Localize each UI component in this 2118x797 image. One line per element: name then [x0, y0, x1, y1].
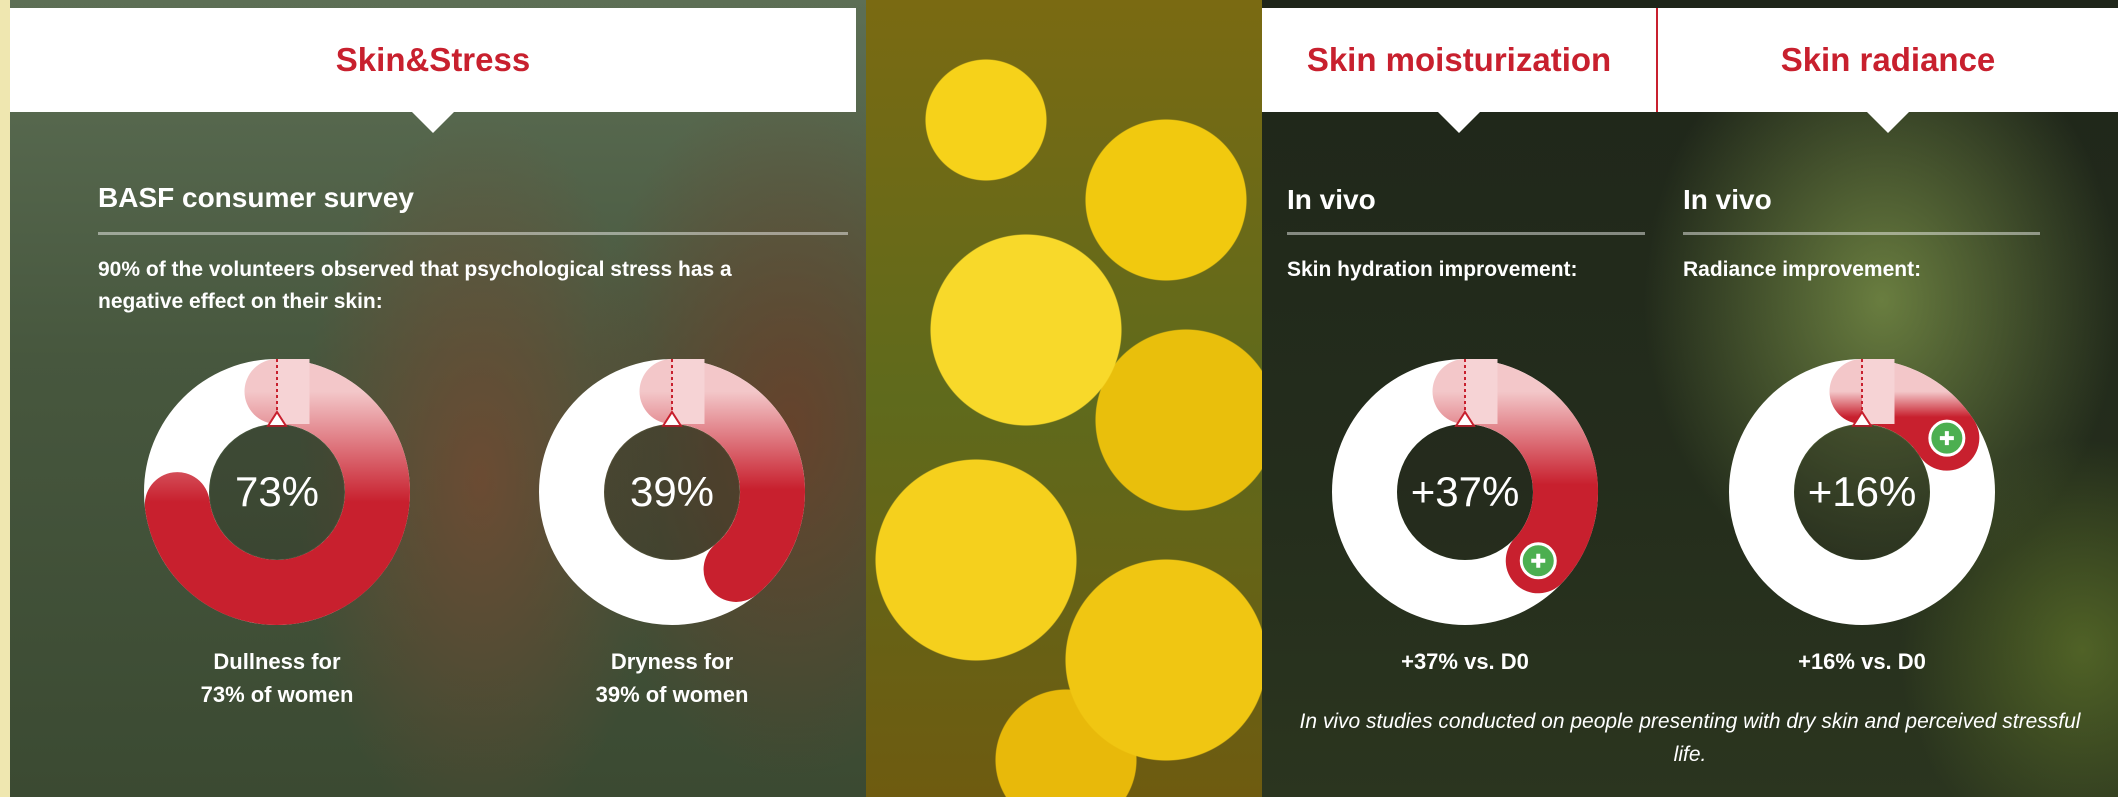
radiance-divider	[1683, 232, 2040, 235]
dullness-caption-line2: 73% of women	[200, 682, 354, 707]
moist-subtitle: Skin hydration improvement:	[1287, 258, 1578, 281]
dullness-donut-chart: 73%	[142, 357, 412, 627]
tab-pointer	[411, 111, 455, 133]
radiance-donut-chart: +16%	[1727, 357, 1997, 627]
dryness-caption-line2: 39% of women	[595, 682, 749, 707]
donut-value-label: 39%	[629, 468, 715, 515]
moist-title: In vivo	[1287, 184, 1376, 215]
donut-value-label: 73%	[234, 468, 320, 515]
radiance-subtitle: Radiance improvement:	[1683, 258, 1922, 281]
radiance-title: In vivo	[1683, 184, 1772, 215]
tab-pointer	[1437, 111, 1481, 133]
tab-skin-radiance: Skin radiance	[1658, 8, 2118, 133]
moist-caption: +37% vs. D0	[1401, 649, 1529, 674]
tab-skin-moisturization: Skin moisturization	[1262, 8, 1656, 133]
dryness-caption-line1: Dryness for	[610, 649, 734, 674]
tab-skin-stress: Skin&Stress	[10, 8, 856, 133]
survey-divider	[98, 232, 848, 235]
flower-photo	[866, 0, 1262, 797]
dryness-caption: Dryness for 39% of women	[522, 645, 822, 711]
tab-skin-moisturization-label: Skin moisturization	[1306, 41, 1612, 78]
moist-divider	[1287, 232, 1645, 235]
dullness-caption: Dullness for 73% of women	[127, 645, 427, 711]
tab-skin-radiance-label: Skin radiance	[1780, 41, 1996, 78]
donut-value-label: +16%	[1807, 468, 1917, 515]
donut-value-label: +37%	[1410, 468, 1520, 515]
survey-title: BASF consumer survey	[98, 182, 414, 213]
radiance-caption: +16% vs. D0	[1798, 649, 1926, 674]
hydration-donut-chart: +37%	[1330, 357, 1600, 627]
dryness-donut-chart: 39%	[537, 357, 807, 627]
study-footnote: In vivo studies conducted on people pres…	[1299, 710, 2081, 766]
tab-skin-stress-label: Skin&Stress	[335, 41, 531, 78]
dullness-caption-line1: Dullness for	[213, 649, 341, 674]
tab-pointer	[1866, 111, 1910, 133]
survey-description: 90% of the volunteers observed that psyc…	[98, 258, 732, 313]
